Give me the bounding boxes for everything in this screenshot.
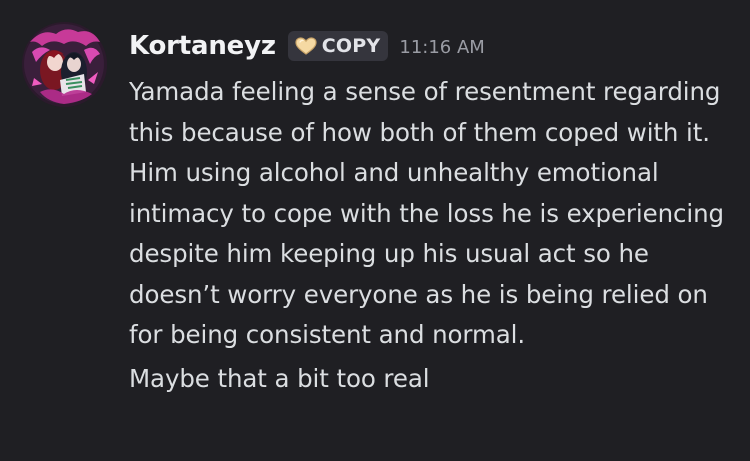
message-text: Yamada feeling a sense of resentment reg… (129, 77, 724, 349)
message-text-followup: Maybe that a bit too real (129, 363, 430, 393)
message-header: Kortaneyz COPY 11:16 AM (129, 28, 485, 64)
user-avatar[interactable] (22, 22, 107, 107)
message-timestamp[interactable]: 11:16 AM (399, 37, 484, 58)
avatar-artwork (22, 22, 107, 107)
heart-icon (295, 37, 317, 55)
message-content: Yamada feeling a sense of resentment reg… (129, 72, 729, 399)
server-tag-label: COPY (321, 35, 381, 57)
server-tag[interactable]: COPY (287, 31, 389, 61)
username[interactable]: Kortaneyz (129, 31, 276, 61)
chat-message: Kortaneyz COPY 11:16 AM Yamada feeling a… (0, 0, 750, 461)
